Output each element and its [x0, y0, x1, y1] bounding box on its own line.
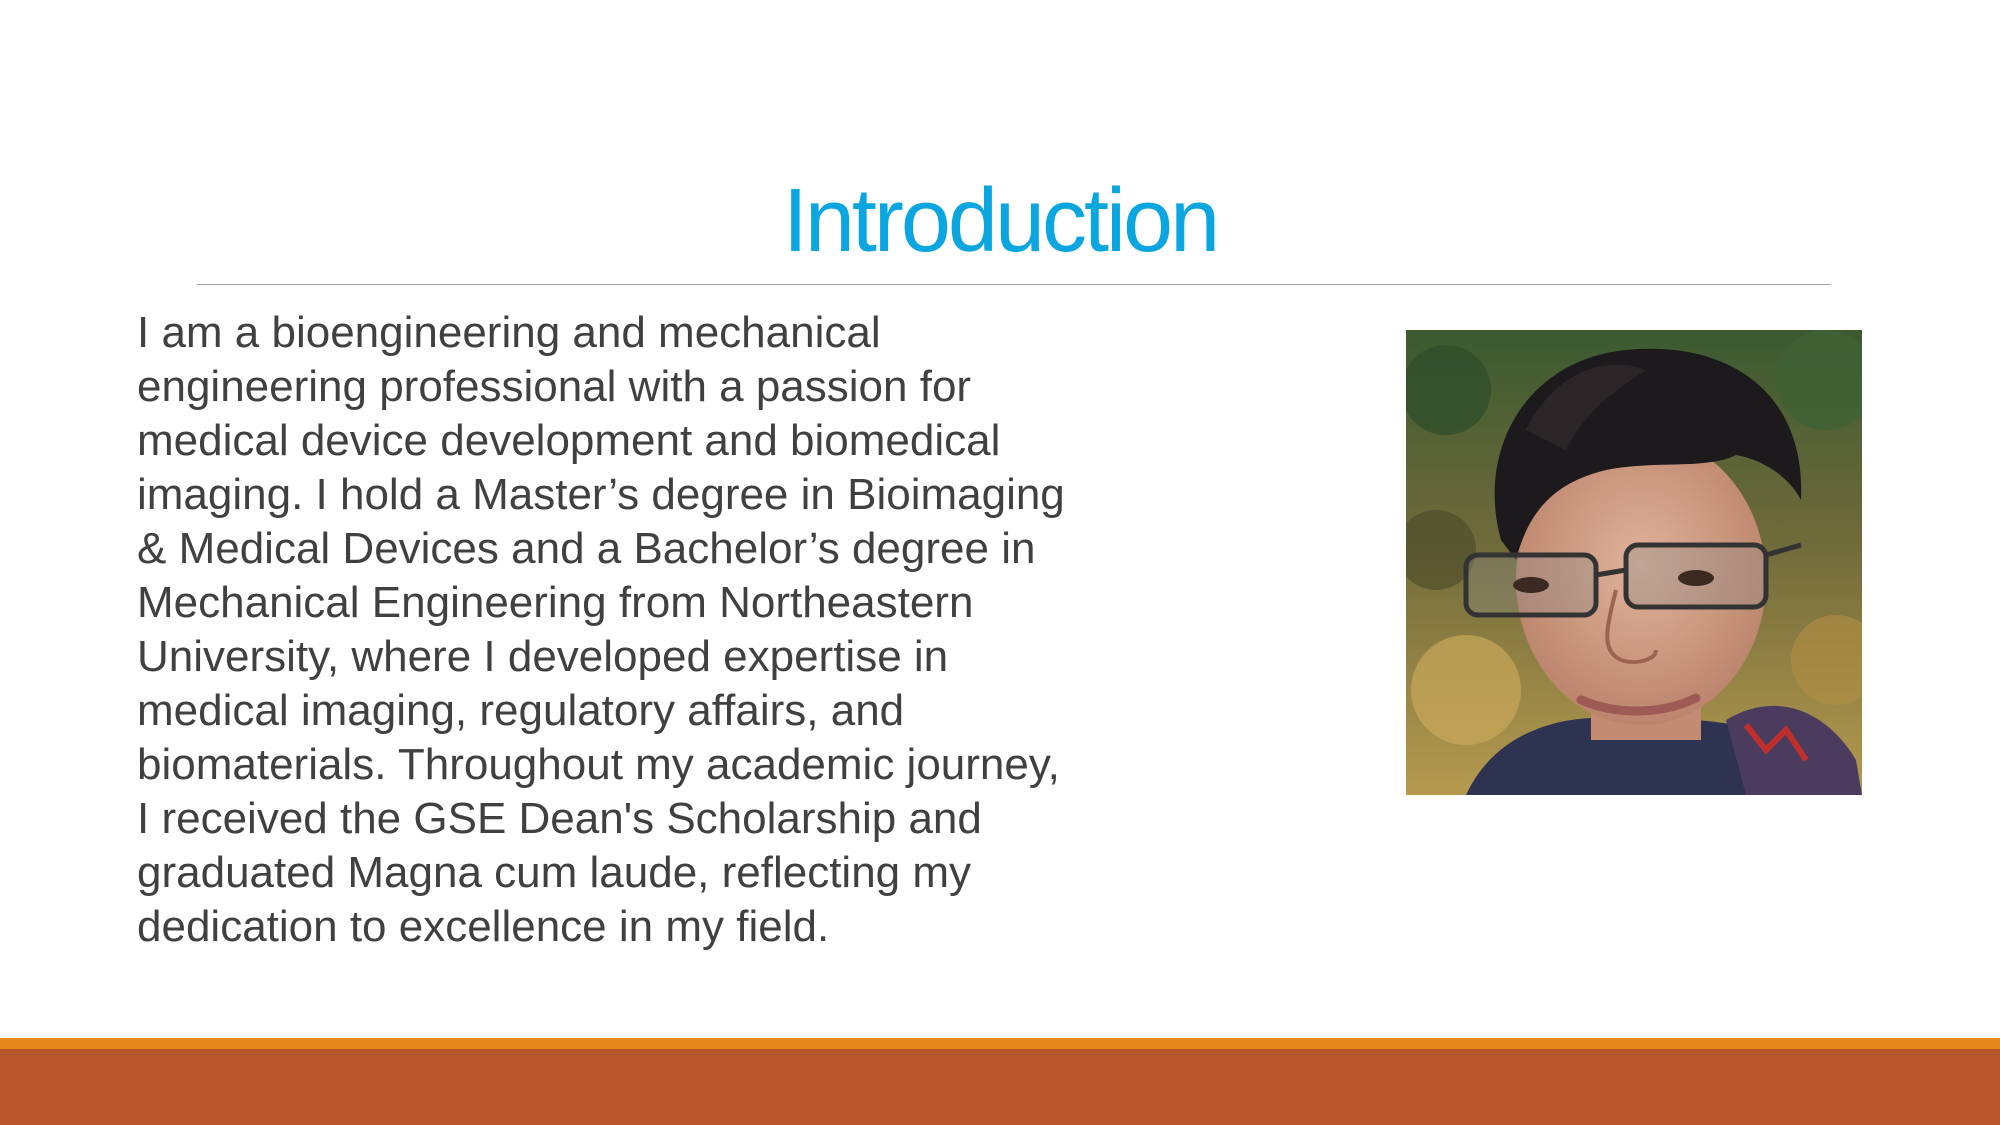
intro-paragraph: I am a bioengineering and mechanical eng…: [137, 308, 1065, 951]
footer-accent-band: [0, 1038, 2000, 1049]
portrait-icon: [1406, 330, 1862, 795]
portrait-photo: [1406, 330, 1862, 795]
slide: Introduction I am a bioengineering and m…: [0, 0, 2000, 1125]
title-divider: [197, 284, 1831, 285]
slide-title: Introduction: [782, 171, 1220, 271]
footer-band: [0, 1049, 2000, 1125]
